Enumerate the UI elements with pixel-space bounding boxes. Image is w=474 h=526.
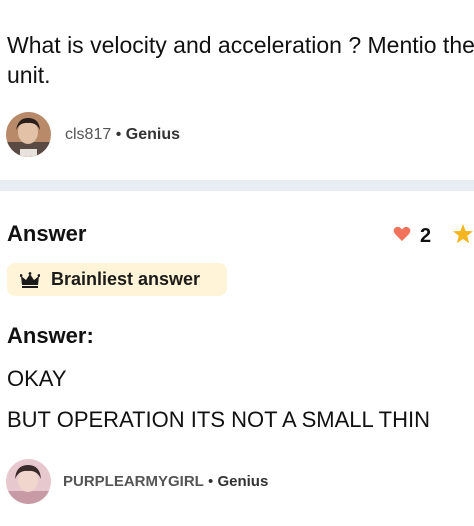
answer-body-heading: Answer: [7,323,94,348]
brainliest-label: Brainliest answer [51,269,201,289]
answer-page: { "question": { "text": "What is velocit… [0,0,474,526]
thanks-count: 2 [420,225,432,247]
answerer-profile[interactable]: PURPLEARMYGIRL • Genius [6,459,268,504]
answer-body-line: OKAY [7,366,67,391]
answerer-rank: Genius [217,473,269,490]
answer-heading: Answer [7,221,87,246]
heart-icon[interactable] [393,226,411,247]
asker-profile[interactable]: cls817 • Genius [6,112,180,157]
asker-avatar[interactable] [6,112,51,157]
answerer-avatar[interactable] [6,459,51,504]
separator-dot: • [208,473,214,490]
answerer-meta: PURPLEARMYGIRL • Genius [63,473,268,490]
brainliest-badge: Brainliest answer [7,263,227,296]
crown-icon [20,271,40,288]
asker-username[interactable]: cls817 [65,126,111,143]
answer-body-line: BUT OPERATION ITS NOT A SMALL THIN [7,407,430,432]
asker-rank: Genius [125,125,180,143]
answerer-username[interactable]: PURPLEARMYGIRL [63,473,204,490]
separator-dot: • [115,125,122,143]
thanks-counter[interactable]: 2 [393,225,431,248]
question-text: What is velocity and acceleration ? Ment… [7,32,474,88]
section-divider [0,180,474,191]
asker-meta: cls817 • Genius [65,126,180,144]
star-icon[interactable] [452,224,474,250]
